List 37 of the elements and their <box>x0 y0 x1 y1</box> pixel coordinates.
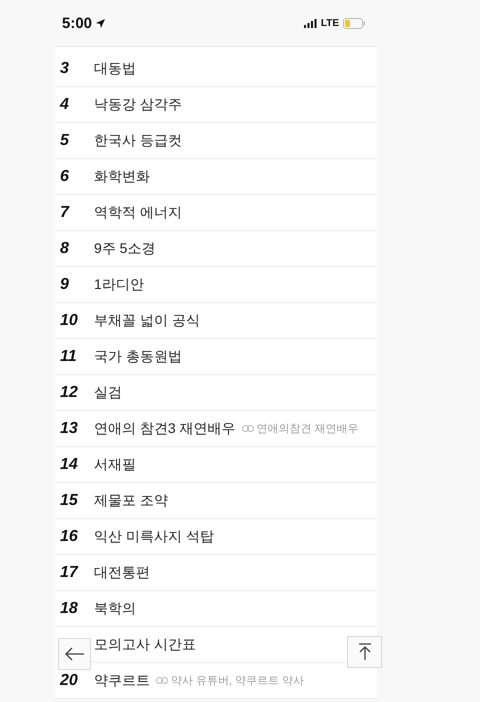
rank-number: 18 <box>60 600 78 616</box>
keyword-link[interactable]: 역학적 에너지 <box>94 204 182 222</box>
keyword-link[interactable]: 북학의 <box>94 600 136 618</box>
rank-number: 12 <box>60 384 78 400</box>
keyword-link[interactable]: 9주 5소경 <box>94 240 156 258</box>
rank-number: 14 <box>60 456 78 472</box>
keyword-link[interactable]: 낙동강 삼각주 <box>94 96 182 114</box>
rank-number: 11 <box>60 348 77 364</box>
keyword-link[interactable]: 국가 총동원법 <box>94 348 182 366</box>
rank-number: 6 <box>60 168 69 184</box>
keyword-link[interactable]: 모의고사 시간표 <box>94 636 196 654</box>
rank-number: 9 <box>60 276 69 292</box>
keyword-link[interactable]: 화학변화 <box>94 168 150 186</box>
keyword-link[interactable]: 1라디안 <box>94 276 144 294</box>
keyword-link[interactable]: 부채꼴 넓이 공식 <box>94 312 200 330</box>
keyword-link[interactable]: 서재필 <box>94 456 136 474</box>
rank-number: 7 <box>60 204 69 220</box>
keyword-link[interactable]: 대전통편 <box>94 564 150 582</box>
rank-number: 13 <box>60 420 78 436</box>
keyword-link[interactable]: 연애의 참견3 재연배우 <box>94 420 236 438</box>
rank-number: 16 <box>60 528 78 544</box>
keyword-link[interactable]: 실검 <box>94 384 122 402</box>
rank-number: 8 <box>60 240 69 256</box>
rank-number: 5 <box>60 132 69 148</box>
rank-number: 4 <box>60 96 69 112</box>
rank-number: 20 <box>60 672 78 688</box>
keyword-link[interactable]: 익산 미륵사지 석탑 <box>94 528 214 546</box>
rank-number: 15 <box>60 492 78 508</box>
network-label: LTE <box>320 18 339 28</box>
keyword-link[interactable]: 제물포 조약 <box>94 492 168 510</box>
keyword-link[interactable]: 한국사 등급컷 <box>94 132 182 150</box>
rank-number: 3 <box>60 60 69 76</box>
rank-number: 17 <box>60 564 78 580</box>
keyword-link[interactable]: 약쿠르트 <box>94 672 150 690</box>
status-time: 5:00 <box>62 14 92 32</box>
rank-number: 10 <box>60 312 78 328</box>
keyword-link[interactable]: 대동법 <box>94 60 136 78</box>
